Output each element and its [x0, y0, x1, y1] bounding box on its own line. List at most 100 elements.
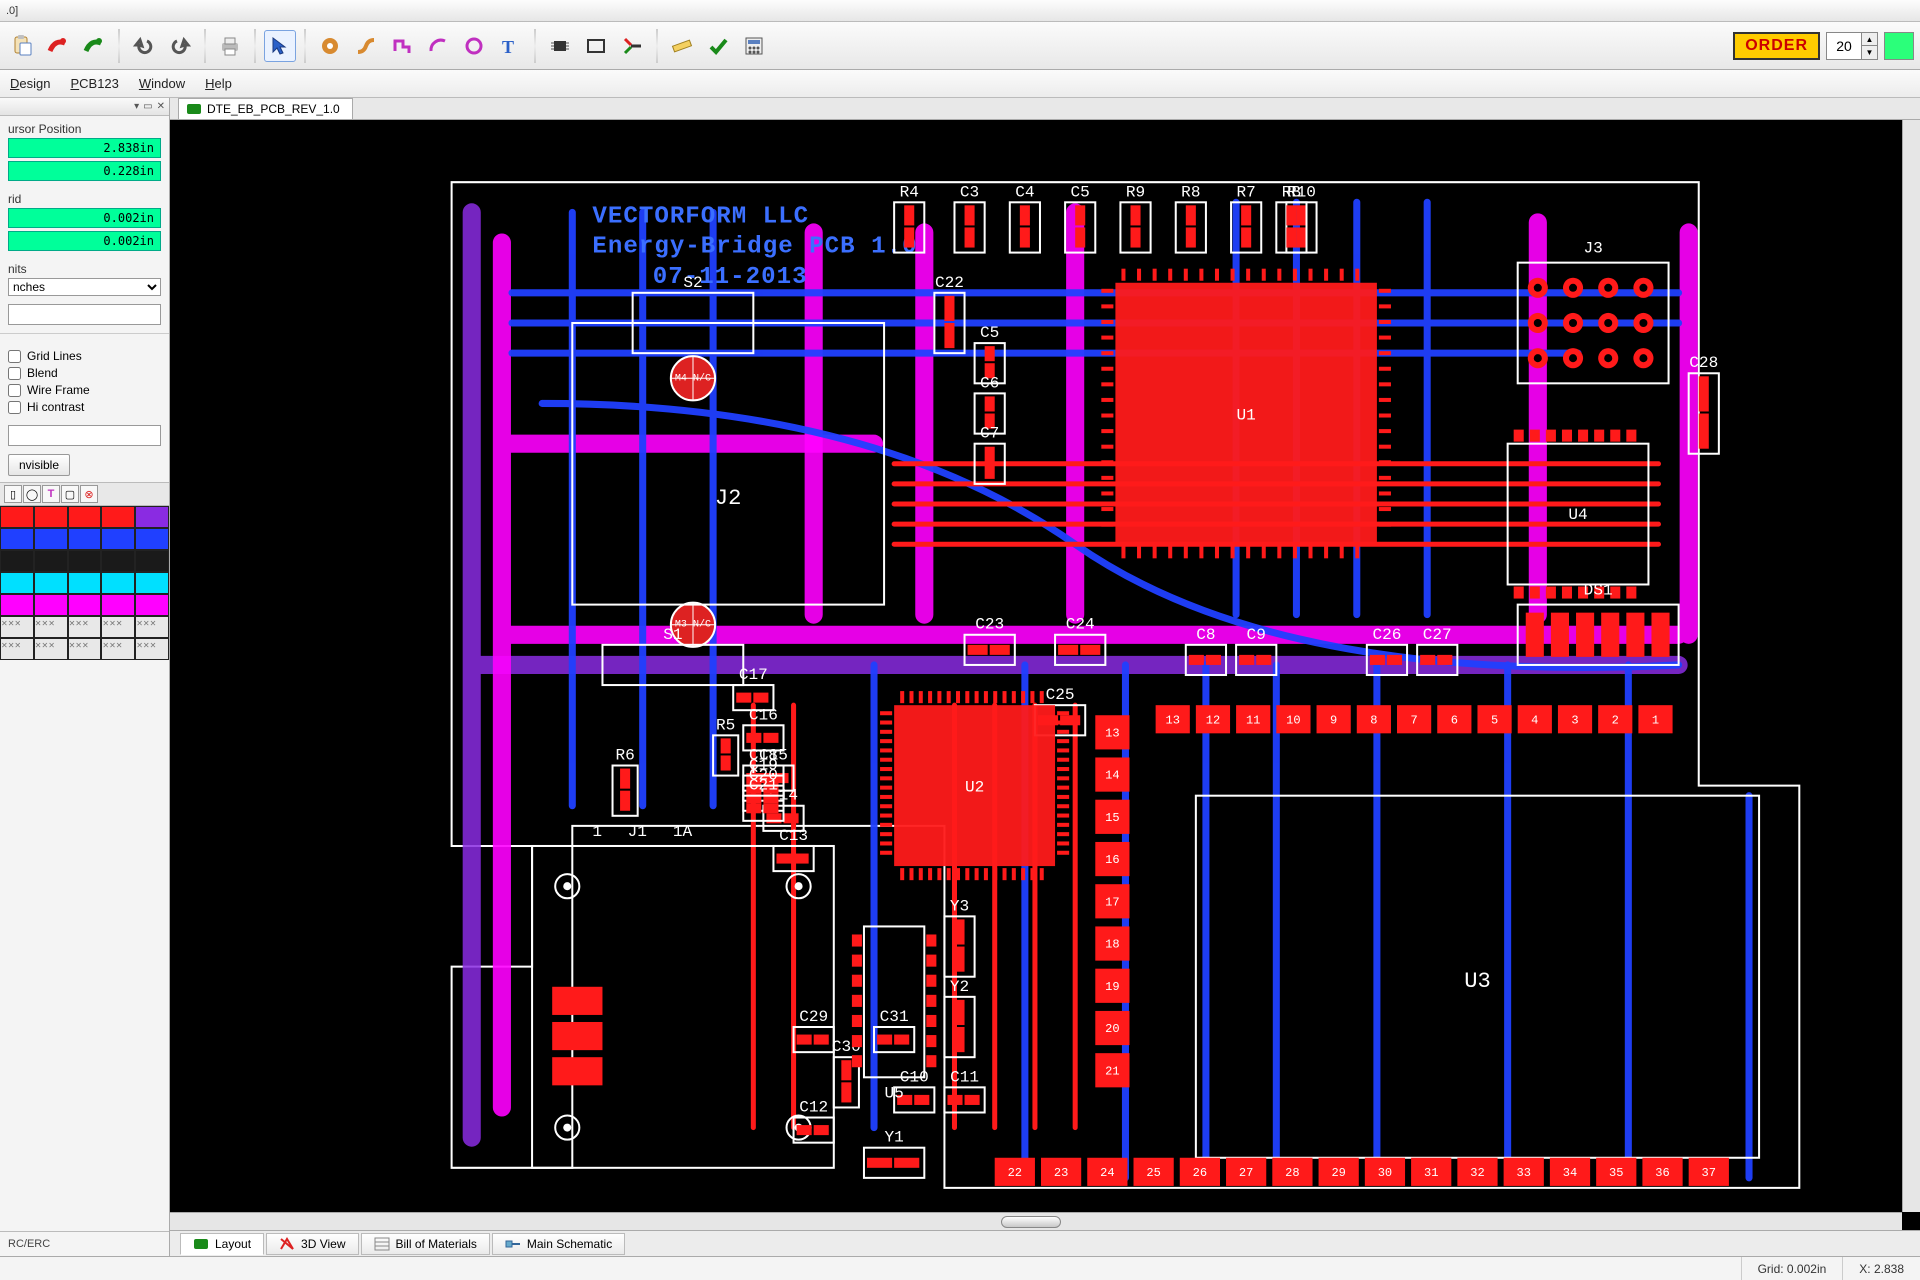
qty-down-icon[interactable]: ▼ [1861, 46, 1877, 59]
arc-icon[interactable] [422, 30, 454, 62]
layer-swatch[interactable] [34, 528, 68, 550]
layer-swatch[interactable] [68, 506, 102, 528]
component-J2[interactable]: J2 [572, 323, 884, 605]
netlist-icon[interactable] [616, 30, 648, 62]
layer-swatch[interactable] [101, 528, 135, 550]
layer-shape-icon[interactable]: ▢ [61, 485, 79, 503]
ruler-icon[interactable] [666, 30, 698, 62]
scrollbar-thumb[interactable] [1001, 1216, 1061, 1228]
layerset-input[interactable] [8, 425, 161, 446]
component-R6[interactable]: R6 [613, 746, 638, 815]
layer-swatch[interactable] [101, 594, 135, 616]
wireframe-checkbox[interactable]: Wire Frame [8, 383, 161, 397]
vertical-scrollbar[interactable] [1902, 120, 1920, 1212]
erc-label[interactable]: RC/ERC [0, 1231, 169, 1256]
pcb-canvas[interactable]: VECTORFORM LLC Energy-Bridge PCB 1.0 07-… [170, 120, 1920, 1230]
view-tab-layout[interactable]: Layout [180, 1233, 264, 1255]
units-select[interactable]: nches [8, 278, 161, 296]
menu-pcb123[interactable]: PCB123 [70, 76, 118, 91]
layer-swatch[interactable] [0, 594, 34, 616]
rect-outline-icon[interactable] [580, 30, 612, 62]
view-tab-bill-of-materials[interactable]: Bill of Materials [361, 1233, 490, 1255]
layer-swatch[interactable] [135, 528, 169, 550]
text-tool-icon[interactable]: T [494, 30, 526, 62]
component-J1[interactable]: J111A [532, 823, 834, 1168]
via-donut-icon[interactable] [314, 30, 346, 62]
layer-swatch[interactable] [34, 506, 68, 528]
component-C31[interactable]: C31 [874, 1008, 914, 1052]
menu-window[interactable]: Window [139, 76, 185, 91]
component-C29[interactable]: C29 [794, 1008, 834, 1052]
menu-design[interactable]: Design [10, 76, 50, 91]
layer-swatch[interactable] [135, 550, 169, 572]
component-C22[interactable]: C22 [934, 274, 964, 353]
quantity-stepper[interactable]: ▲ ▼ [1826, 32, 1878, 60]
layer-via-icon[interactable]: ◯ [23, 485, 41, 503]
layer-swatch[interactable] [135, 594, 169, 616]
hicontrast-checkbox[interactable]: Hi contrast [8, 400, 161, 414]
layer-swatch[interactable] [68, 528, 102, 550]
layer-swatch[interactable] [0, 550, 34, 572]
layer-text-icon[interactable]: T [42, 485, 60, 503]
component-U2[interactable]: U2 [880, 691, 1069, 880]
undo-icon[interactable] [128, 30, 160, 62]
component-C3[interactable]: C3 [954, 183, 984, 252]
layer-pad-icon[interactable]: ▯ [4, 485, 22, 503]
quantity-input[interactable] [1827, 38, 1861, 54]
panel-minimize-icon[interactable]: ▭ [143, 101, 152, 112]
select-arrow-icon[interactable] [264, 30, 296, 62]
paste-icon[interactable] [6, 30, 38, 62]
order-button[interactable]: ORDER [1733, 32, 1820, 60]
autoroute-green-icon[interactable] [78, 30, 110, 62]
layer-swatch[interactable] [68, 572, 102, 594]
layer-swatch[interactable] [135, 572, 169, 594]
ic-package-icon[interactable] [544, 30, 576, 62]
layer-swatch[interactable] [135, 506, 169, 528]
layer-swatch[interactable] [0, 528, 34, 550]
component-Y1[interactable]: Y1 [864, 1129, 924, 1178]
view-tab-main-schematic[interactable]: Main Schematic [492, 1233, 625, 1255]
circle-icon[interactable] [458, 30, 490, 62]
panel-close-icon[interactable]: ✕ [157, 101, 165, 112]
layer-swatch[interactable] [0, 506, 34, 528]
drc-check-icon[interactable] [702, 30, 734, 62]
component-C4[interactable]: C4 [1010, 183, 1040, 252]
print-icon[interactable] [214, 30, 246, 62]
layer-swatch[interactable] [101, 550, 135, 572]
bom-calc-icon[interactable] [738, 30, 770, 62]
layer-swatch[interactable] [34, 550, 68, 572]
filter-input[interactable] [8, 304, 161, 325]
autoroute-red-icon[interactable] [42, 30, 74, 62]
layer-delete-icon[interactable]: ⊗ [80, 485, 98, 503]
blend-checkbox[interactable]: Blend [8, 366, 161, 380]
redo-icon[interactable] [164, 30, 196, 62]
gridlines-checkbox[interactable]: Grid Lines [8, 349, 161, 363]
menu-help[interactable]: Help [205, 76, 232, 91]
document-tab[interactable]: DTE_EB_PCB_REV_1.0 [178, 98, 353, 119]
layer-swatch[interactable] [68, 594, 102, 616]
layer-swatch[interactable] [68, 550, 102, 572]
component-C30[interactable]: C30 [832, 1038, 861, 1107]
component-R9[interactable]: R9 [1120, 183, 1150, 252]
component-C11[interactable]: C11 [944, 1068, 984, 1112]
layer-swatch[interactable] [34, 594, 68, 616]
panel-options-icon[interactable]: ▾ [134, 101, 139, 112]
component-C16[interactable]: C16 [743, 706, 783, 750]
component-R5[interactable]: R5 [713, 716, 738, 775]
view-tab-3d-view[interactable]: 3D View [266, 1233, 358, 1255]
component-R8[interactable]: R8 [1176, 183, 1206, 252]
layer-swatch[interactable] [101, 506, 135, 528]
qty-up-icon[interactable]: ▲ [1861, 33, 1877, 46]
invisible-button[interactable]: nvisible [8, 454, 70, 476]
polyline-shape-icon[interactable] [386, 30, 418, 62]
layer-swatch[interactable] [34, 572, 68, 594]
layer-swatch[interactable] [0, 572, 34, 594]
component-C12[interactable]: C12 [794, 1098, 834, 1142]
component-U1[interactable]: U1 [1101, 269, 1391, 559]
hatch-swatch[interactable] [0, 616, 34, 638]
component-Y3[interactable]: Y3 [944, 897, 974, 976]
component-Y2[interactable]: Y2 [944, 978, 974, 1057]
horizontal-scrollbar[interactable] [170, 1212, 1902, 1230]
layer-swatch[interactable] [101, 572, 135, 594]
fiducial-M4[interactable]: M4 N/C [671, 356, 715, 400]
